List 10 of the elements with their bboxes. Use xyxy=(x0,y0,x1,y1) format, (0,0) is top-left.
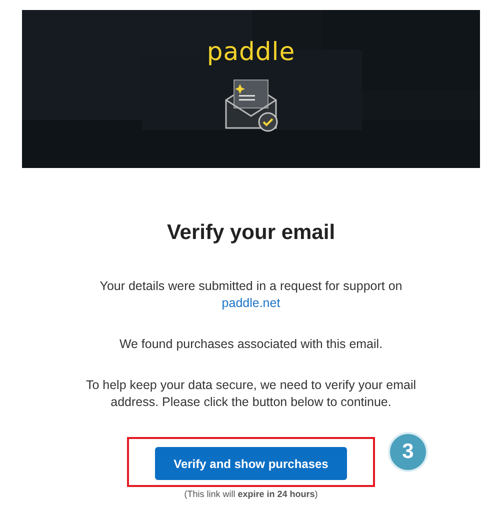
body-text: Your details were submitted in a request for support on xyxy=(100,278,402,295)
site-link[interactable]: paddle.net xyxy=(222,295,280,312)
body-text: To help keep your data secure, we need to verify your email address. Please click the button below to continue. xyxy=(84,377,418,411)
body-text: We found purchases associated with this email. xyxy=(119,336,383,353)
envelope-icon xyxy=(224,78,278,132)
step-badge: 3 xyxy=(388,432,428,472)
logo-wordmark: paddle xyxy=(206,38,296,66)
verify-button[interactable]: Verify and show purchases xyxy=(155,447,347,480)
heading: Verify your email xyxy=(166,220,336,246)
expiry-note: (This link will expire in 24 hours) xyxy=(184,489,318,500)
